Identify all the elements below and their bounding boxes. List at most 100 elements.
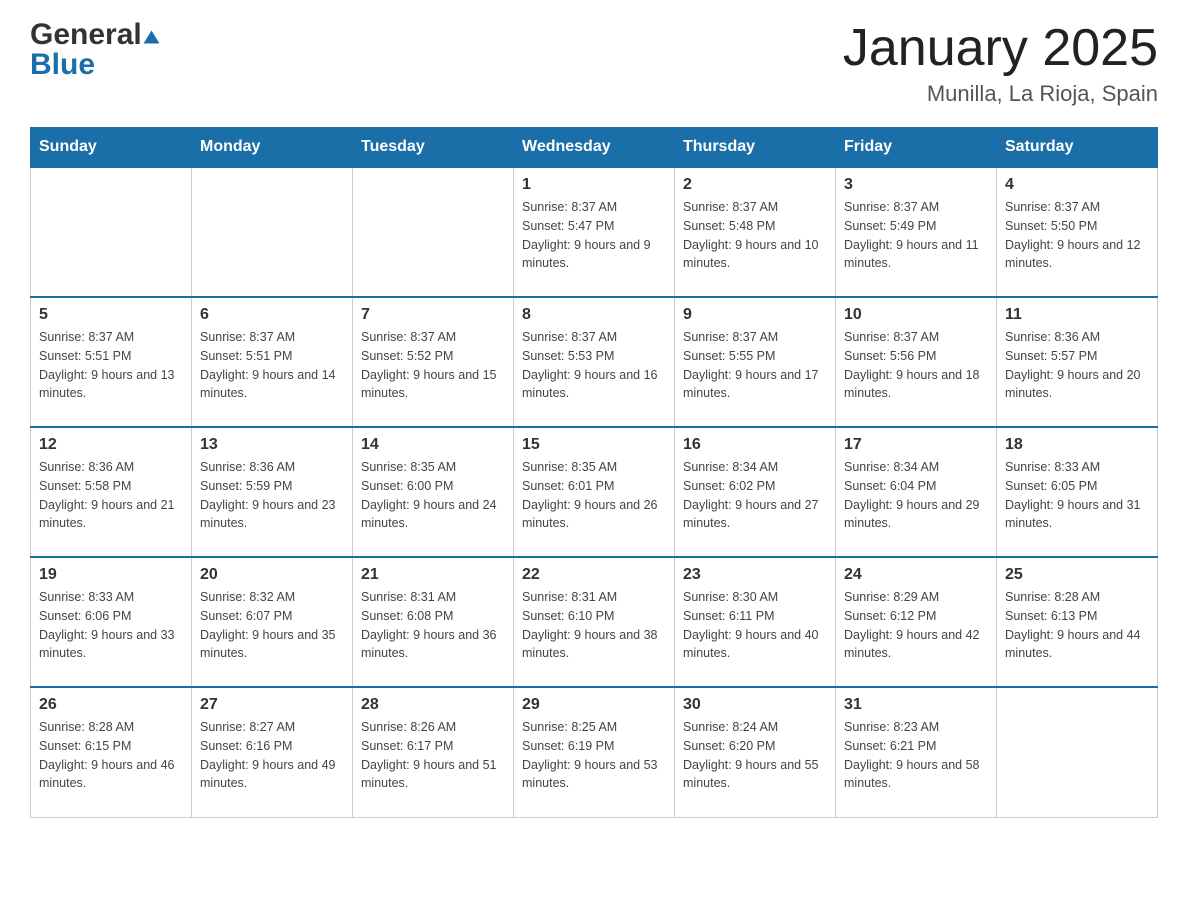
day-number: 18: [1005, 436, 1149, 454]
calendar-week-row: 5Sunrise: 8:37 AM Sunset: 5:51 PM Daylig…: [31, 297, 1158, 427]
day-number: 17: [844, 436, 988, 454]
page-header: General Blue January 2025 Munilla, La Ri…: [30, 20, 1158, 107]
day-info: Sunrise: 8:29 AM Sunset: 6:12 PM Dayligh…: [844, 588, 988, 663]
day-number: 23: [683, 566, 827, 584]
day-info: Sunrise: 8:25 AM Sunset: 6:19 PM Dayligh…: [522, 718, 666, 793]
day-info: Sunrise: 8:37 AM Sunset: 5:53 PM Dayligh…: [522, 328, 666, 403]
days-of-week-row: SundayMondayTuesdayWednesdayThursdayFrid…: [31, 128, 1158, 168]
day-info: Sunrise: 8:27 AM Sunset: 6:16 PM Dayligh…: [200, 718, 344, 793]
day-of-week-header: Thursday: [675, 128, 836, 168]
day-number: 26: [39, 696, 183, 714]
day-number: 27: [200, 696, 344, 714]
day-info: Sunrise: 8:37 AM Sunset: 5:50 PM Dayligh…: [1005, 198, 1149, 273]
day-info: Sunrise: 8:37 AM Sunset: 5:52 PM Dayligh…: [361, 328, 505, 403]
day-info: Sunrise: 8:28 AM Sunset: 6:15 PM Dayligh…: [39, 718, 183, 793]
calendar-week-row: 12 Sunrise: 8:36 AM Sunset: 5:58 PM Dayli…: [31, 427, 1158, 557]
day-info: Sunrise: 8:33 AM Sunset: 6:05 PM Dayligh…: [1005, 458, 1149, 533]
calendar-cell: 7Sunrise: 8:37 AM Sunset: 5:52 PM Daylig…: [353, 297, 514, 427]
calendar-body: 1 Sunrise: 8:37 AM Sunset: 5:47 PM Daylig…: [31, 167, 1158, 817]
day-number: 9: [683, 306, 827, 324]
day-info: Sunrise: 8:37 AM Sunset: 5:48 PM Dayligh…: [683, 198, 827, 273]
calendar-cell: 3 Sunrise: 8:37 AM Sunset: 5:49 PM Daylig…: [836, 167, 997, 297]
calendar-cell: 13Sunrise: 8:36 AM Sunset: 5:59 PM Dayli…: [192, 427, 353, 557]
calendar-cell: 1 Sunrise: 8:37 AM Sunset: 5:47 PM Daylig…: [514, 167, 675, 297]
day-info: Sunrise: 8:35 AM Sunset: 6:00 PM Dayligh…: [361, 458, 505, 533]
calendar-cell: 12 Sunrise: 8:36 AM Sunset: 5:58 PM Dayli…: [31, 427, 192, 557]
calendar-cell: 11Sunrise: 8:36 AM Sunset: 5:57 PM Dayli…: [997, 297, 1158, 427]
title-block: January 2025 Munilla, La Rioja, Spain: [843, 20, 1158, 107]
calendar-cell: [192, 167, 353, 297]
day-number: 2: [683, 176, 827, 194]
day-number: 12: [39, 436, 183, 454]
day-number: 19: [39, 566, 183, 584]
calendar-cell: 29 Sunrise: 8:25 AM Sunset: 6:19 PM Dayli…: [514, 687, 675, 817]
day-info: Sunrise: 8:35 AM Sunset: 6:01 PM Dayligh…: [522, 458, 666, 533]
logo-line2: Blue: [30, 50, 158, 80]
day-number: 4: [1005, 176, 1149, 194]
day-info: Sunrise: 8:34 AM Sunset: 6:02 PM Dayligh…: [683, 458, 827, 533]
calendar-cell: 2 Sunrise: 8:37 AM Sunset: 5:48 PM Daylig…: [675, 167, 836, 297]
day-number: 21: [361, 566, 505, 584]
day-info: Sunrise: 8:32 AM Sunset: 6:07 PM Dayligh…: [200, 588, 344, 663]
calendar-cell: 8Sunrise: 8:37 AM Sunset: 5:53 PM Daylig…: [514, 297, 675, 427]
calendar-cell: 26 Sunrise: 8:28 AM Sunset: 6:15 PM Dayli…: [31, 687, 192, 817]
day-info: Sunrise: 8:23 AM Sunset: 6:21 PM Dayligh…: [844, 718, 988, 793]
day-number: 10: [844, 306, 988, 324]
day-of-week-header: Sunday: [31, 128, 192, 168]
day-number: 1: [522, 176, 666, 194]
calendar-table: SundayMondayTuesdayWednesdayThursdayFrid…: [30, 127, 1158, 818]
calendar-cell: 30 Sunrise: 8:24 AM Sunset: 6:20 PM Dayli…: [675, 687, 836, 817]
day-number: 11: [1005, 306, 1149, 324]
day-info: Sunrise: 8:36 AM Sunset: 5:58 PM Dayligh…: [39, 458, 183, 533]
day-info: Sunrise: 8:37 AM Sunset: 5:55 PM Dayligh…: [683, 328, 827, 403]
day-of-week-header: Wednesday: [514, 128, 675, 168]
calendar-cell: 5Sunrise: 8:37 AM Sunset: 5:51 PM Daylig…: [31, 297, 192, 427]
calendar-cell: 9 Sunrise: 8:37 AM Sunset: 5:55 PM Daylig…: [675, 297, 836, 427]
day-of-week-header: Monday: [192, 128, 353, 168]
calendar-week-row: 26 Sunrise: 8:28 AM Sunset: 6:15 PM Dayli…: [31, 687, 1158, 817]
page-title: January 2025: [843, 20, 1158, 77]
calendar-cell: 25Sunrise: 8:28 AM Sunset: 6:13 PM Dayli…: [997, 557, 1158, 687]
day-of-week-header: Friday: [836, 128, 997, 168]
day-info: Sunrise: 8:28 AM Sunset: 6:13 PM Dayligh…: [1005, 588, 1149, 663]
day-number: 20: [200, 566, 344, 584]
day-of-week-header: Tuesday: [353, 128, 514, 168]
calendar-cell: 19Sunrise: 8:33 AM Sunset: 6:06 PM Dayli…: [31, 557, 192, 687]
logo-arrow-icon: [143, 31, 159, 44]
calendar-cell: [31, 167, 192, 297]
logo-line1: General: [30, 20, 158, 50]
calendar-week-row: 1 Sunrise: 8:37 AM Sunset: 5:47 PM Daylig…: [31, 167, 1158, 297]
day-number: 22: [522, 566, 666, 584]
day-info: Sunrise: 8:26 AM Sunset: 6:17 PM Dayligh…: [361, 718, 505, 793]
day-number: 31: [844, 696, 988, 714]
day-info: Sunrise: 8:31 AM Sunset: 6:08 PM Dayligh…: [361, 588, 505, 663]
day-info: Sunrise: 8:37 AM Sunset: 5:56 PM Dayligh…: [844, 328, 988, 403]
day-number: 29: [522, 696, 666, 714]
day-info: Sunrise: 8:37 AM Sunset: 5:47 PM Dayligh…: [522, 198, 666, 273]
day-number: 15: [522, 436, 666, 454]
day-info: Sunrise: 8:37 AM Sunset: 5:49 PM Dayligh…: [844, 198, 988, 273]
calendar-cell: 27 Sunrise: 8:27 AM Sunset: 6:16 PM Dayli…: [192, 687, 353, 817]
calendar-cell: 20 Sunrise: 8:32 AM Sunset: 6:07 PM Dayli…: [192, 557, 353, 687]
calendar-cell: 23Sunrise: 8:30 AM Sunset: 6:11 PM Dayli…: [675, 557, 836, 687]
day-info: Sunrise: 8:37 AM Sunset: 5:51 PM Dayligh…: [200, 328, 344, 403]
calendar-cell: [997, 687, 1158, 817]
calendar-cell: 28 Sunrise: 8:26 AM Sunset: 6:17 PM Dayli…: [353, 687, 514, 817]
calendar-cell: 15 Sunrise: 8:35 AM Sunset: 6:01 PM Dayli…: [514, 427, 675, 557]
day-info: Sunrise: 8:24 AM Sunset: 6:20 PM Dayligh…: [683, 718, 827, 793]
day-number: 30: [683, 696, 827, 714]
calendar-cell: 14Sunrise: 8:35 AM Sunset: 6:00 PM Dayli…: [353, 427, 514, 557]
calendar-week-row: 19Sunrise: 8:33 AM Sunset: 6:06 PM Dayli…: [31, 557, 1158, 687]
day-number: 28: [361, 696, 505, 714]
day-info: Sunrise: 8:31 AM Sunset: 6:10 PM Dayligh…: [522, 588, 666, 663]
calendar-cell: 6Sunrise: 8:37 AM Sunset: 5:51 PM Daylig…: [192, 297, 353, 427]
day-of-week-header: Saturday: [997, 128, 1158, 168]
day-info: Sunrise: 8:34 AM Sunset: 6:04 PM Dayligh…: [844, 458, 988, 533]
calendar-cell: 10 Sunrise: 8:37 AM Sunset: 5:56 PM Dayli…: [836, 297, 997, 427]
calendar-cell: 17 Sunrise: 8:34 AM Sunset: 6:04 PM Dayli…: [836, 427, 997, 557]
calendar-header: SundayMondayTuesdayWednesdayThursdayFrid…: [31, 128, 1158, 168]
subtitle: Munilla, La Rioja, Spain: [843, 81, 1158, 107]
calendar-cell: [353, 167, 514, 297]
day-number: 3: [844, 176, 988, 194]
day-info: Sunrise: 8:37 AM Sunset: 5:51 PM Dayligh…: [39, 328, 183, 403]
